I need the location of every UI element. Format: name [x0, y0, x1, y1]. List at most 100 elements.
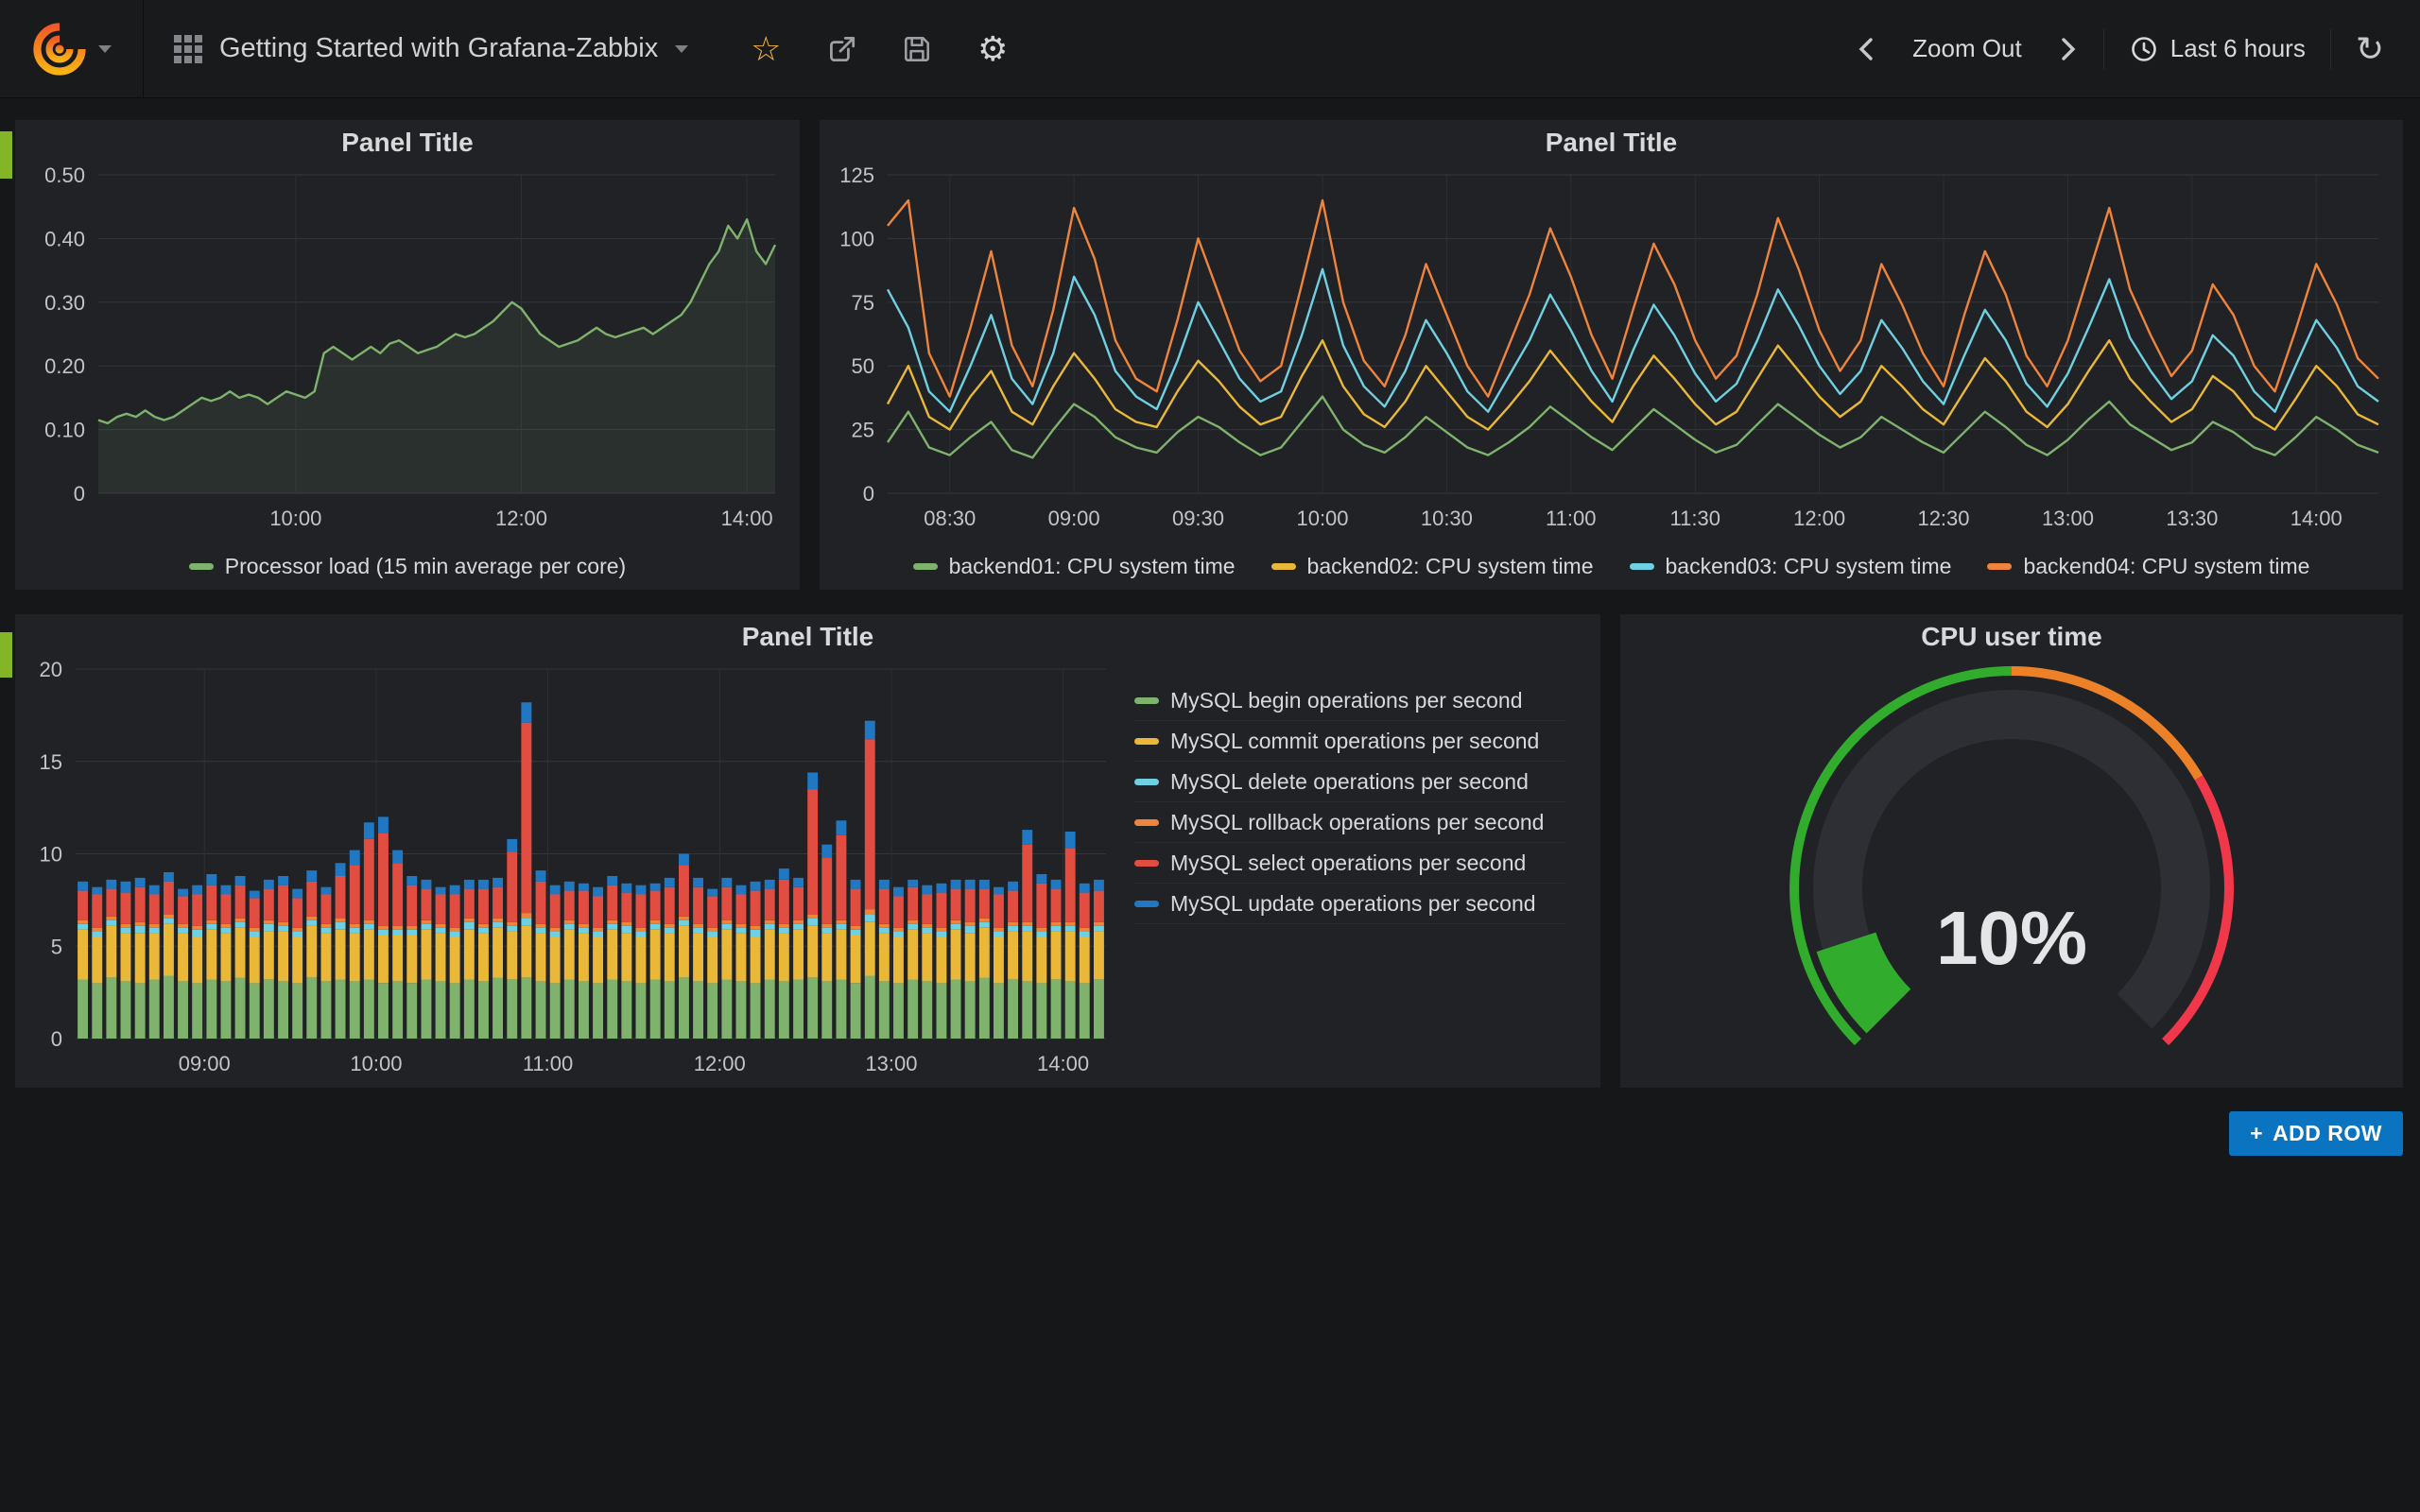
caret-down-icon [98, 45, 112, 53]
panel-processor-load: Panel Title 00.100.200.300.400.5010:0012… [15, 120, 800, 590]
svg-text:125: 125 [839, 165, 874, 187]
svg-text:08:30: 08:30 [924, 507, 976, 530]
svg-text:09:00: 09:00 [179, 1052, 231, 1075]
panel-title[interactable]: Panel Title [15, 614, 1600, 660]
gauge-chart[interactable]: 10% [1620, 660, 2403, 1092]
svg-text:10:00: 10:00 [269, 507, 321, 530]
legend-swatch-icon [189, 563, 214, 570]
legend-label: MySQL select operations per second [1170, 850, 1526, 876]
refresh-button[interactable]: ↻ [2344, 0, 2395, 98]
svg-text:0.40: 0.40 [44, 227, 85, 250]
panel-title[interactable]: Panel Title [820, 120, 2403, 165]
svg-text:15: 15 [40, 750, 62, 774]
row-handle[interactable] [0, 632, 12, 678]
legend-label: MySQL delete operations per second [1170, 769, 1529, 795]
svg-text:12:00: 12:00 [1793, 507, 1845, 530]
legend-swatch-icon [1134, 738, 1159, 745]
line-chart[interactable]: 025507510012508:3009:0009:3010:0010:3011… [820, 165, 2403, 541]
svg-text:12:00: 12:00 [694, 1052, 746, 1075]
legend-item[interactable]: backend03: CPU system time [1630, 554, 1952, 579]
panel-title[interactable]: CPU user time [1620, 614, 2403, 660]
zoom-out-button[interactable]: Zoom Out [1901, 0, 2033, 98]
clock-icon [2129, 34, 2159, 64]
svg-text:12:30: 12:30 [1917, 507, 1969, 530]
svg-text:0.10: 0.10 [44, 419, 85, 442]
legend-label: MySQL commit operations per second [1170, 729, 1539, 754]
share-dashboard-button[interactable] [804, 0, 879, 98]
share-icon [824, 32, 858, 66]
svg-text:11:00: 11:00 [1546, 507, 1596, 530]
svg-text:10:30: 10:30 [1421, 507, 1473, 530]
svg-text:14:00: 14:00 [2290, 507, 2342, 530]
svg-text:10:00: 10:00 [350, 1052, 402, 1075]
panel-title[interactable]: Panel Title [15, 120, 800, 165]
svg-text:0.20: 0.20 [44, 354, 85, 378]
grafana-menu-button[interactable] [0, 0, 144, 98]
svg-text:13:30: 13:30 [2166, 507, 2218, 530]
legend-label: MySQL rollback operations per second [1170, 810, 1544, 835]
time-range-label: Last 6 hours [2170, 34, 2306, 63]
star-dashboard-button[interactable]: ☆ [728, 0, 804, 98]
svg-text:25: 25 [852, 419, 874, 442]
legend-swatch-icon [1134, 697, 1159, 704]
dashboard-grid-icon [174, 35, 202, 63]
legend-swatch-icon [1134, 779, 1159, 785]
save-dashboard-button[interactable] [879, 0, 955, 98]
legend-item[interactable]: MySQL update operations per second [1134, 884, 1565, 924]
svg-text:14:00: 14:00 [1037, 1052, 1089, 1075]
legend-item[interactable]: Processor load (15 min average per core) [189, 554, 626, 579]
svg-text:0.30: 0.30 [44, 291, 85, 315]
time-range-picker[interactable]: Last 6 hours [2118, 0, 2317, 98]
svg-text:75: 75 [852, 291, 874, 315]
dashboard-settings-button[interactable]: ⚙ [955, 0, 1030, 98]
svg-text:5: 5 [51, 935, 62, 958]
add-row-label: ADD ROW [2273, 1121, 2382, 1146]
legend-item[interactable]: MySQL delete operations per second [1134, 762, 1565, 802]
dashboard-title-button[interactable]: Getting Started with Grafana-Zabbix [144, 0, 718, 98]
star-icon: ☆ [751, 32, 781, 66]
legend-item[interactable]: MySQL commit operations per second [1134, 721, 1565, 762]
panel-cpu-user-time: CPU user time 10% [1620, 614, 2403, 1088]
zoom-out-label: Zoom Out [1912, 34, 2022, 63]
legend-swatch-icon [1630, 563, 1654, 570]
time-forward-button[interactable] [2047, 0, 2090, 98]
legend-label: backend02: CPU system time [1307, 554, 1594, 579]
chart-legend: MySQL begin operations per second MySQL c… [1131, 660, 1594, 1088]
gear-icon: ⚙ [977, 32, 1008, 66]
svg-text:50: 50 [852, 354, 874, 378]
divider [2330, 29, 2331, 69]
svg-text:09:30: 09:30 [1172, 507, 1224, 530]
svg-text:12:00: 12:00 [495, 507, 547, 530]
legend-label: backend01: CPU system time [949, 554, 1236, 579]
legend-item[interactable]: MySQL begin operations per second [1134, 680, 1565, 721]
line-chart[interactable]: 00.100.200.300.400.5010:0012:0014:00 [15, 165, 800, 541]
legend-item[interactable]: backend01: CPU system time [913, 554, 1236, 579]
svg-text:20: 20 [40, 660, 62, 681]
svg-text:11:00: 11:00 [523, 1052, 573, 1075]
legend-label: MySQL update operations per second [1170, 891, 1536, 917]
chevron-right-icon [2058, 34, 2079, 64]
navbar-actions: ☆ ⚙ [728, 0, 1030, 98]
svg-text:13:00: 13:00 [2042, 507, 2094, 530]
row-handle[interactable] [0, 131, 12, 179]
save-icon [901, 33, 933, 65]
legend-item[interactable]: backend04: CPU system time [1987, 554, 2309, 579]
legend-item[interactable]: MySQL rollback operations per second [1134, 802, 1565, 843]
panel-cpu-system-time: Panel Title 025507510012508:3009:0009:30… [820, 120, 2403, 590]
legend-label: MySQL begin operations per second [1170, 688, 1522, 713]
svg-text:10: 10 [40, 843, 62, 867]
chevron-left-icon [1856, 34, 1876, 64]
dashboard-title: Getting Started with Grafana-Zabbix [219, 33, 658, 64]
svg-text:13:00: 13:00 [865, 1052, 917, 1075]
legend-swatch-icon [1134, 860, 1159, 867]
divider [2103, 29, 2104, 69]
add-row-button[interactable]: + ADD ROW [2229, 1111, 2403, 1156]
legend-swatch-icon [1987, 563, 2012, 570]
time-back-button[interactable] [1844, 0, 1888, 98]
plus-icon: + [2250, 1121, 2263, 1146]
svg-text:0: 0 [863, 482, 874, 506]
time-controls: Zoom Out Last 6 hours ↻ [1844, 0, 2420, 98]
legend-item[interactable]: MySQL select operations per second [1134, 843, 1565, 884]
legend-item[interactable]: backend02: CPU system time [1271, 554, 1594, 579]
stacked-bar-chart[interactable]: 0510152009:0010:0011:0012:0013:0014:00 [15, 660, 1131, 1088]
